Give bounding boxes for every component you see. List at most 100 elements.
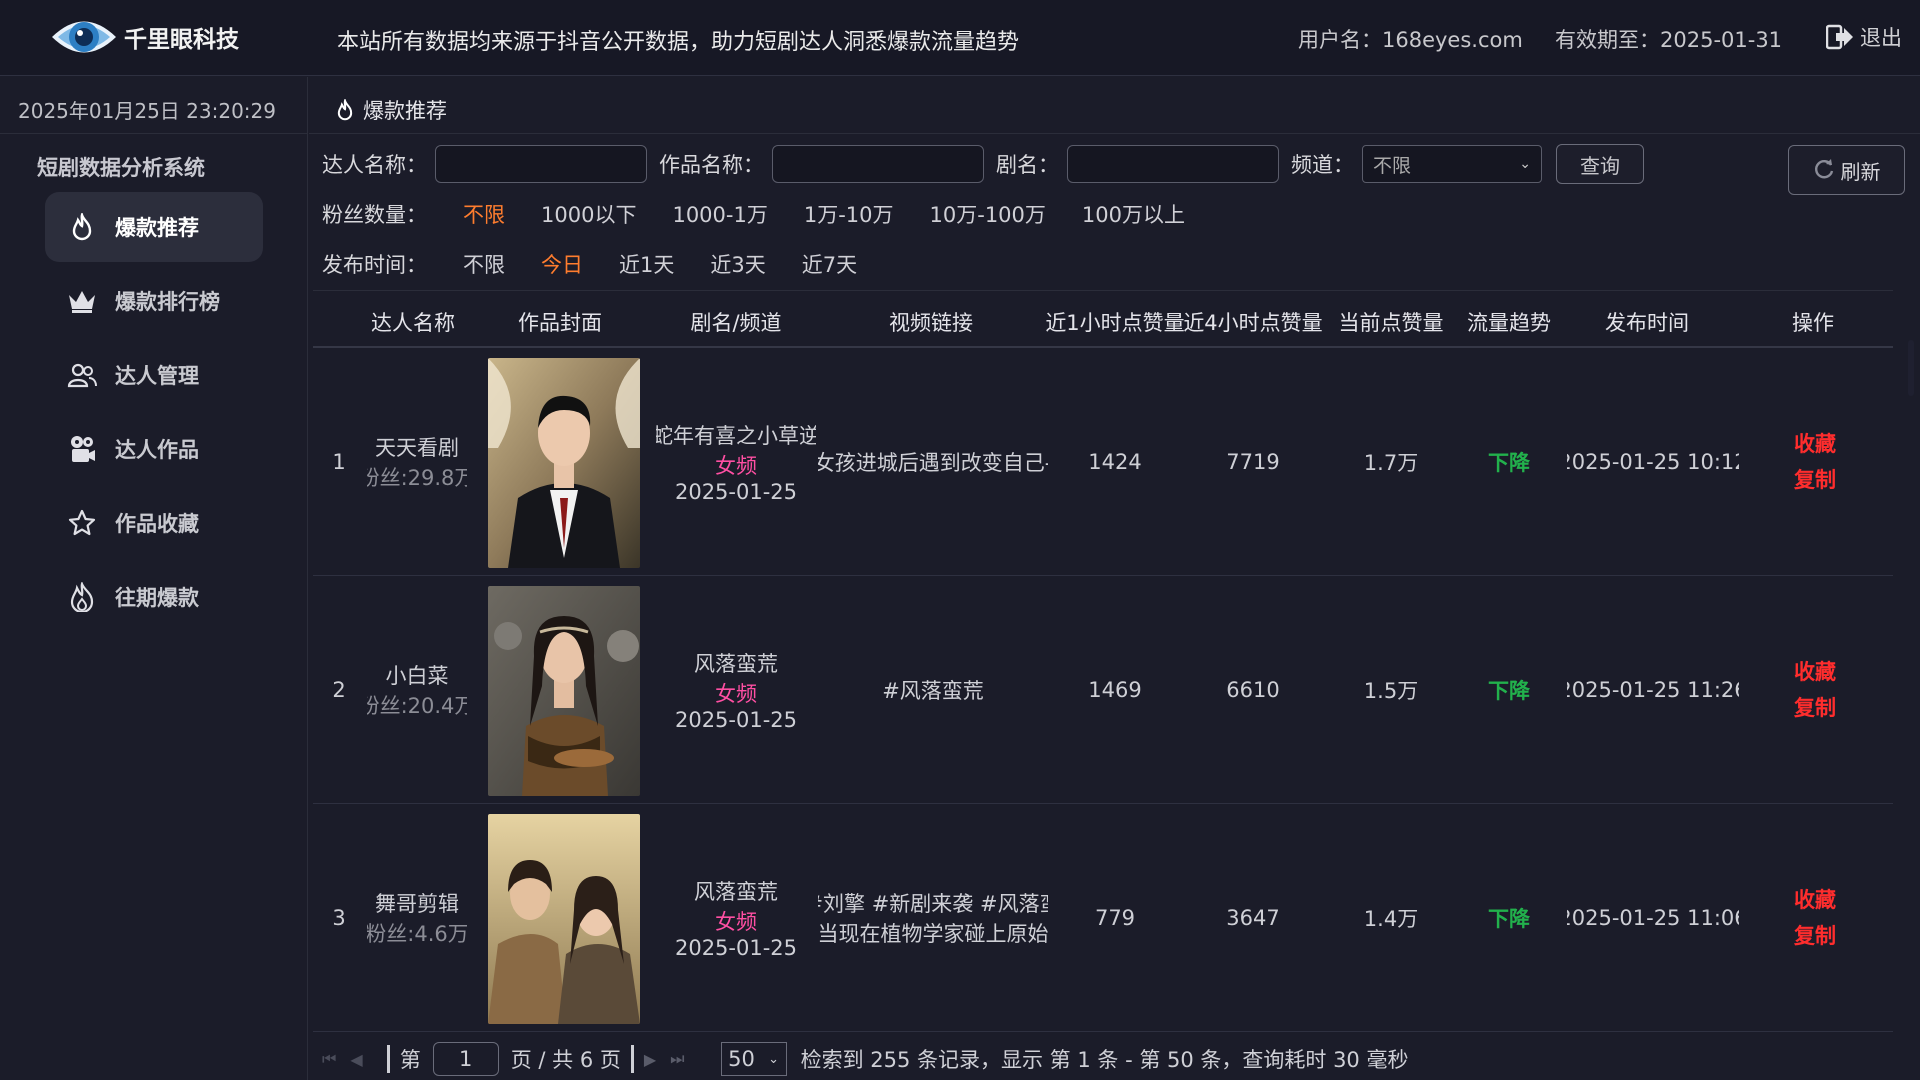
- fans-count: 粉丝:4.6万: [367, 922, 467, 946]
- work-name-input[interactable]: [772, 145, 984, 183]
- talent-cell[interactable]: 天天看剧 粉丝:29.8万: [367, 348, 467, 576]
- video-link[interactable]: #风落蛮荒: [818, 576, 1048, 804]
- likes-1h: 1424: [1088, 450, 1142, 474]
- time-option-today[interactable]: 今日: [541, 249, 583, 279]
- copy-button[interactable]: 复制: [1794, 462, 1836, 498]
- sidebar-item-label: 往期爆款: [115, 586, 199, 610]
- copy-button[interactable]: 复制: [1794, 918, 1836, 954]
- col-drama: 剧名/频道: [690, 311, 782, 335]
- notice-text: 本站所有数据均来源于抖音公开数据，助力短剧达人洞悉爆款流量趋势: [337, 30, 1020, 55]
- favorite-button[interactable]: 收藏: [1794, 882, 1836, 918]
- publish-time: 2025-01-25 10:12: [1567, 450, 1739, 474]
- fans-option-over-1m[interactable]: 100万以上: [1082, 199, 1185, 229]
- talent-cell[interactable]: 舞哥剪辑 粉丝:4.6万: [367, 804, 467, 1032]
- fans-option-all[interactable]: 不限: [463, 199, 505, 229]
- talent-name: 小白菜: [385, 664, 449, 688]
- talent-name: 舞哥剪辑: [375, 892, 459, 916]
- video-link[interactable]: 女孩进城后遇到改变自己-: [818, 348, 1048, 576]
- likes-now: 1.4万: [1363, 907, 1419, 931]
- channel-label: 频道：: [1291, 153, 1354, 177]
- copy-button[interactable]: 复制: [1794, 690, 1836, 726]
- likes-4h: 6610: [1226, 678, 1280, 702]
- publish-time-label: 发布时间：: [322, 253, 427, 277]
- tab-bar: 爆款推荐: [309, 77, 1920, 134]
- col-talent: 达人名称: [371, 311, 455, 335]
- drama-name-input[interactable]: [1067, 145, 1279, 183]
- system-title: 短剧数据分析系统: [37, 156, 205, 180]
- publish-time: 2025-01-25 11:26: [1567, 678, 1739, 702]
- next-page-icon[interactable]: ▶: [644, 1050, 656, 1069]
- sidebar-item-talent-works[interactable]: 达人作品: [45, 414, 263, 484]
- drama-name: 风落蛮荒: [694, 652, 778, 676]
- time-option-1d[interactable]: 近1天: [619, 249, 674, 279]
- logout-button[interactable]: 退出: [1826, 22, 1902, 52]
- favorite-button[interactable]: 收藏: [1794, 654, 1836, 690]
- prev-page-icon[interactable]: ◀: [350, 1050, 362, 1069]
- fans-option-1k-10k[interactable]: 1000-1万: [672, 199, 767, 229]
- col-likes-1h[interactable]: 近1小时点赞量: [1045, 307, 1184, 337]
- channel-select[interactable]: 不限 ⌄: [1362, 145, 1542, 183]
- flame-icon: [337, 99, 353, 121]
- cover-image[interactable]: [488, 814, 640, 1024]
- channel-tag: 女频: [715, 682, 757, 706]
- channel-select-value: 不限: [1373, 154, 1412, 177]
- channel-tag: 女频: [715, 454, 757, 478]
- publish-time: 2025-01-25 11:06: [1567, 906, 1739, 930]
- sidebar-item-hot-ranking[interactable]: 爆款排行榜: [45, 266, 263, 336]
- pager-divider: [630, 1045, 634, 1073]
- refresh-button[interactable]: 刷新: [1788, 145, 1905, 195]
- crown-icon: [67, 286, 97, 316]
- col-cover: 作品封面: [518, 311, 602, 335]
- sidebar-item-talent-manage[interactable]: 达人管理: [45, 340, 263, 410]
- sidebar-item-past-hits[interactable]: 往期爆款: [45, 562, 263, 632]
- scrollbar-thumb[interactable]: [1908, 340, 1914, 396]
- col-likes-now[interactable]: 当前点赞量: [1339, 307, 1444, 337]
- users-icon: [67, 360, 97, 390]
- sidebar-item-hot-recommend[interactable]: 爆款推荐: [45, 192, 263, 262]
- col-likes-4h[interactable]: 近4小时点赞量: [1183, 307, 1322, 337]
- page-size-select[interactable]: 50 ⌄: [720, 1042, 787, 1076]
- fans-option-100k-1m[interactable]: 10万-100万: [930, 199, 1046, 229]
- page-prefix: 第: [399, 1048, 421, 1072]
- cover-image[interactable]: [488, 586, 640, 796]
- filter-panel: 达人名称： 作品名称： 剧名： 频道： 不限 ⌄ 查询 粉丝数量： 不限 100…: [322, 144, 1644, 284]
- drama-date: 2025-01-25: [674, 708, 798, 732]
- drama-date: 2025-01-25: [674, 936, 798, 960]
- pager-divider: [386, 1045, 390, 1073]
- fans-option-under-1k[interactable]: 1000以下: [541, 199, 636, 229]
- time-option-7d[interactable]: 近7天: [802, 249, 857, 279]
- first-page-icon[interactable]: ⏮: [322, 1049, 336, 1069]
- page-size-value: 50: [728, 1047, 755, 1071]
- last-page-icon[interactable]: ⏭: [670, 1049, 684, 1069]
- likes-now: 1.5万: [1363, 679, 1419, 703]
- flame-icon: [67, 212, 97, 242]
- drama-cell: 蛇年有喜之小草逆 女频 2025-01-25: [656, 348, 816, 576]
- video-link[interactable]: #刘擎 #新剧来袭 #风落蛮 当现在植物学家碰上原始: [818, 804, 1048, 1032]
- col-publish-time: 发布时间: [1605, 311, 1689, 335]
- favorite-button[interactable]: 收藏: [1794, 426, 1836, 462]
- cover-image[interactable]: [488, 358, 640, 568]
- trend-badge: 下降: [1488, 451, 1530, 475]
- tab-hot-recommend[interactable]: 爆款推荐: [335, 95, 447, 125]
- sidebar: 2025年01月25日 23:20:29 短剧数据分析系统 爆款推荐 爆款排行榜…: [0, 77, 308, 1080]
- channel-tag: 女频: [715, 910, 757, 934]
- expire-date-label: 有效期至：2025-01-31: [1555, 28, 1783, 52]
- video-link-text: #刘擎 #新剧来袭 #风落蛮: [818, 892, 1048, 916]
- talent-cell[interactable]: 小白菜 粉丝:20.4万: [367, 576, 467, 804]
- talent-name-input[interactable]: [435, 145, 647, 183]
- drama-name: 风落蛮荒: [694, 880, 778, 904]
- refresh-label: 刷新: [1840, 159, 1881, 184]
- time-option-all[interactable]: 不限: [463, 249, 505, 279]
- time-option-3d[interactable]: 近3天: [710, 249, 765, 279]
- drama-name-label: 剧名：: [996, 153, 1059, 177]
- sidebar-item-label: 达人作品: [115, 438, 199, 462]
- logout-icon: [1826, 24, 1853, 50]
- drama-date: 2025-01-25: [674, 480, 798, 504]
- query-button[interactable]: 查询: [1556, 144, 1644, 184]
- sidebar-item-favorites[interactable]: 作品收藏: [45, 488, 263, 558]
- page-number-input[interactable]: 1: [432, 1042, 499, 1076]
- eye-logo-icon: [48, 10, 120, 64]
- logo: 千里眼科技: [48, 10, 239, 64]
- fans-option-10k-100k[interactable]: 1万-10万: [804, 199, 894, 229]
- star-icon: [67, 508, 97, 538]
